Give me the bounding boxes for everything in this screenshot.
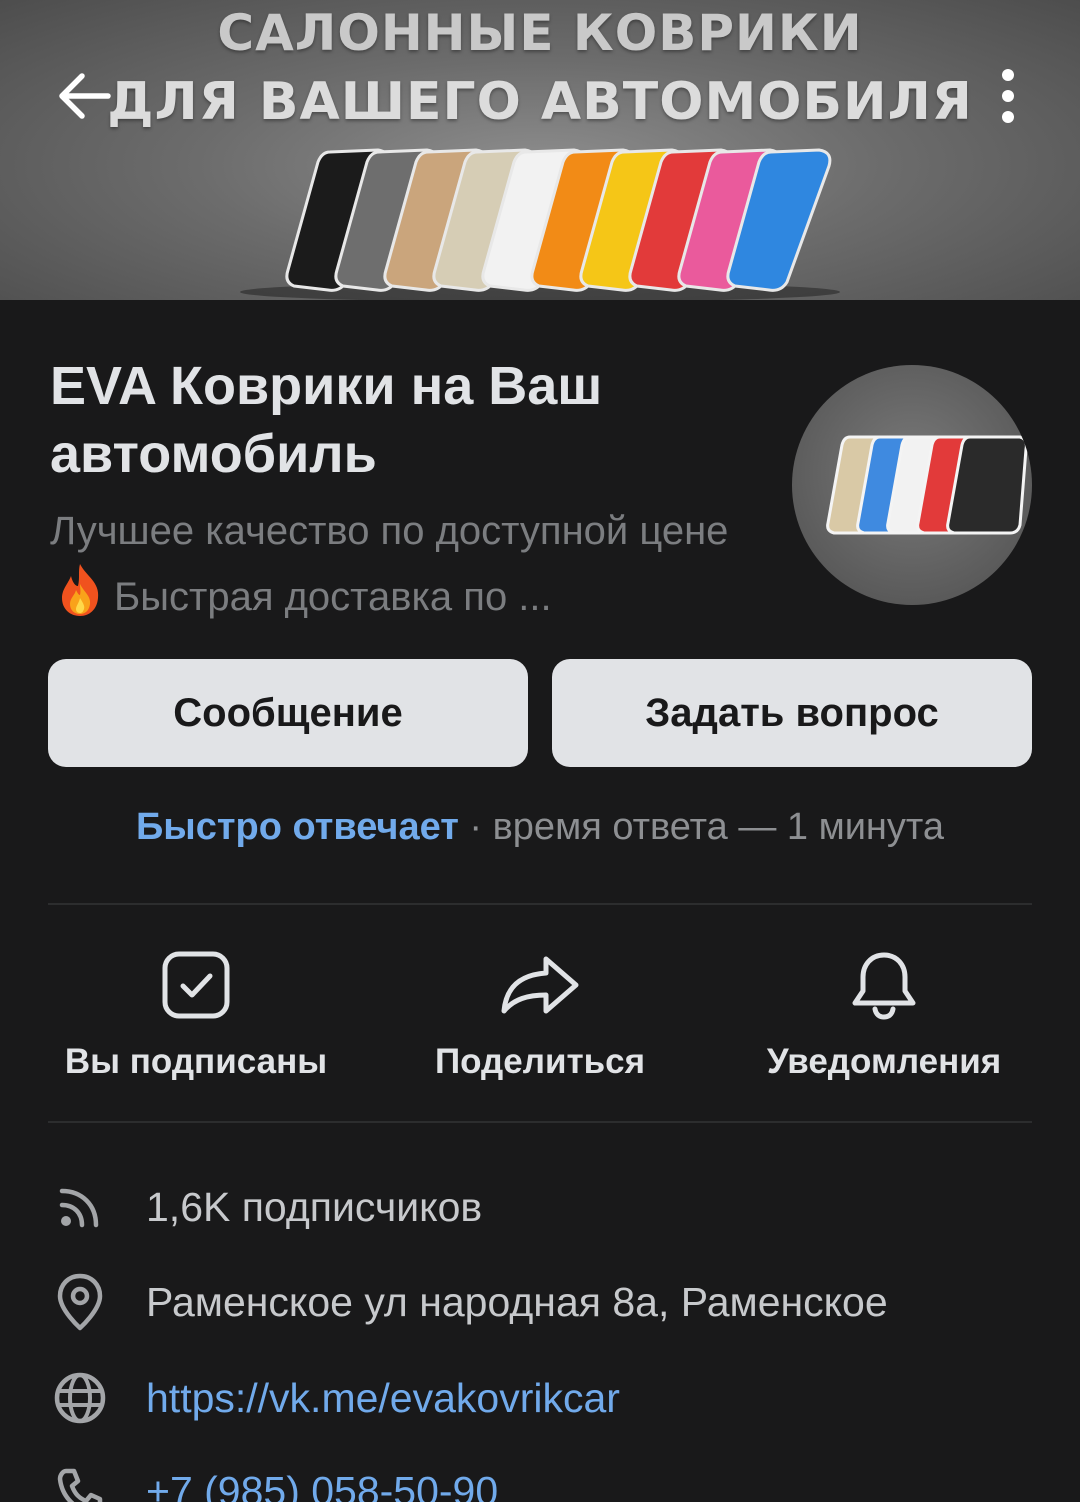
group-name: EVA Коврики на Ваш автомобиль bbox=[50, 356, 603, 484]
reply-separator: · bbox=[458, 806, 493, 848]
reply-time: время ответа — 1 минута bbox=[492, 806, 945, 848]
subscribed-action[interactable]: Вы подписаны bbox=[26, 940, 366, 1100]
more-vertical-icon bbox=[1002, 69, 1014, 123]
cover-image: САЛОННЫЕ КОВРИКИ ДЛЯ ВАШЕГО АВТОМОБИЛЯ bbox=[0, 0, 1080, 300]
subscribed-label: Вы подписаны bbox=[64, 1042, 328, 1081]
status-text-part1: Лучшее качество по доступной цене bbox=[50, 509, 729, 553]
fire-icon bbox=[56, 562, 104, 630]
share-arrow-icon bbox=[501, 956, 579, 1014]
bell-icon bbox=[852, 952, 916, 1020]
more-button[interactable] bbox=[968, 56, 1048, 136]
website-link[interactable]: https://vk.me/evakovrikcar bbox=[146, 1375, 620, 1422]
avatar-mats-illustration bbox=[826, 435, 1028, 535]
message-button[interactable]: Сообщение bbox=[48, 659, 528, 767]
ask-question-button[interactable]: Задать вопрос bbox=[552, 659, 1032, 767]
group-page: САЛОННЫЕ КОВРИКИ ДЛЯ ВАШЕГО АВТОМОБИЛЯ E… bbox=[0, 0, 1080, 1502]
notifications-label: Уведомления bbox=[766, 1042, 1002, 1081]
globe-icon bbox=[54, 1372, 106, 1424]
share-label: Поделиться bbox=[434, 1042, 646, 1081]
reply-info: Быстро отвечает · время ответа — 1 минут… bbox=[0, 806, 1080, 849]
back-button[interactable] bbox=[44, 56, 124, 136]
divider bbox=[48, 903, 1032, 905]
share-action[interactable]: Поделиться bbox=[370, 940, 710, 1100]
address-text: Раменское ул народная 8а, Раменское bbox=[146, 1278, 888, 1325]
group-status[interactable]: Лучшее качество по доступной цене Быстра… bbox=[50, 500, 760, 630]
checkbox-checked-icon bbox=[162, 951, 230, 1019]
rss-icon bbox=[59, 1188, 99, 1228]
fast-reply-badge: Быстро отвечает bbox=[135, 806, 459, 848]
subscribers-count: 1,6K подписчиков bbox=[146, 1183, 483, 1230]
subscribers-row[interactable]: 1,6K подписчиков bbox=[48, 1172, 1038, 1242]
address-row[interactable]: Раменское ул народная 8а, Раменское bbox=[48, 1267, 1038, 1337]
website-row[interactable]: https://vk.me/evakovrikcar bbox=[48, 1363, 1038, 1433]
avatar[interactable] bbox=[792, 365, 1032, 605]
status-text-part2: Быстрая доставка по ... bbox=[114, 575, 552, 619]
avatar-mat bbox=[946, 435, 1028, 535]
cover-mats-illustration bbox=[240, 148, 840, 300]
phone-icon bbox=[57, 1468, 103, 1502]
phone-row[interactable]: +7 (985) 058-50-90 bbox=[48, 1456, 1038, 1502]
phone-link[interactable]: +7 (985) 058-50-90 bbox=[146, 1468, 498, 1502]
divider bbox=[48, 1121, 1032, 1123]
location-pin-icon bbox=[57, 1273, 103, 1331]
arrow-left-icon bbox=[59, 73, 111, 119]
notifications-action[interactable]: Уведомления bbox=[714, 940, 1054, 1100]
